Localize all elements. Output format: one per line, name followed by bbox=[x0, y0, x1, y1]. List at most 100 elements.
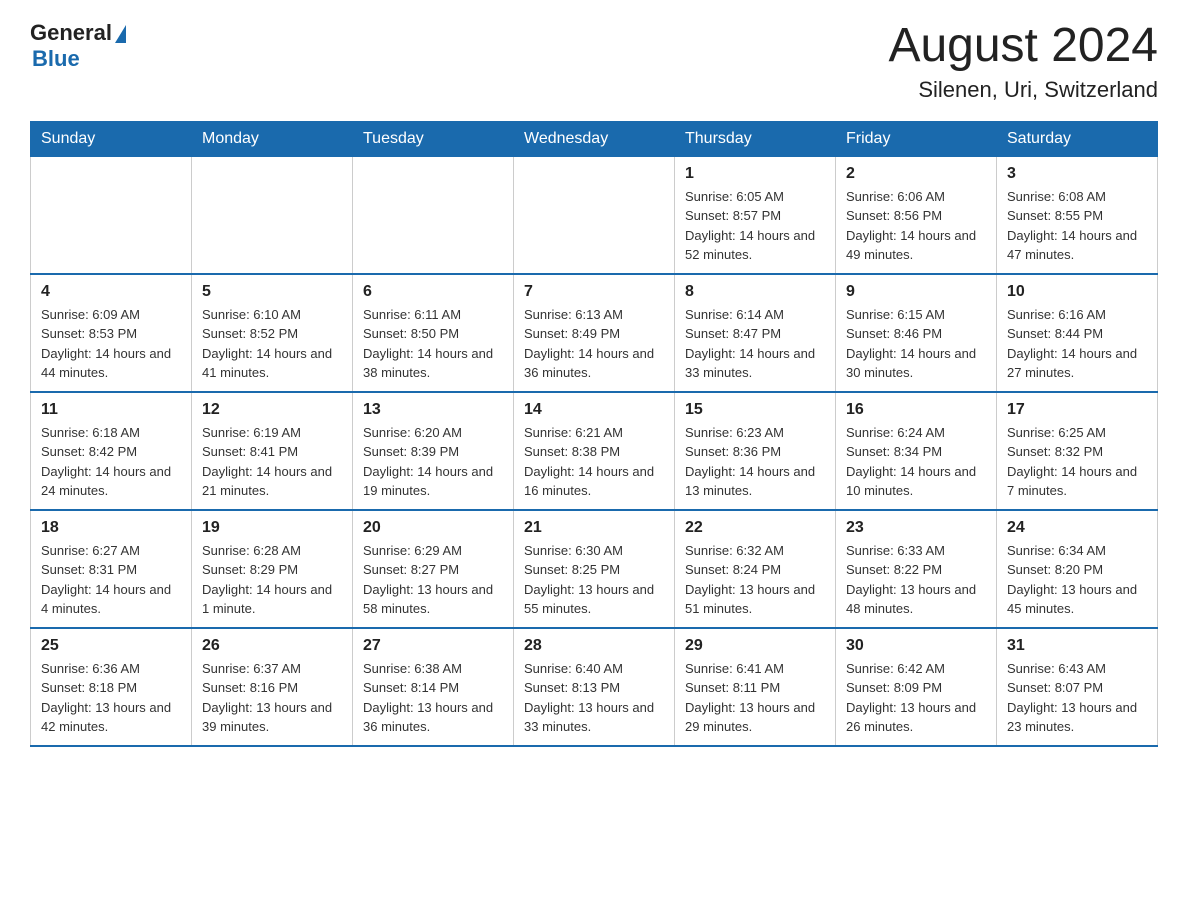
day-number: 24 bbox=[1007, 519, 1147, 537]
day-info: Sunrise: 6:14 AM Sunset: 8:47 PM Dayligh… bbox=[685, 305, 825, 383]
calendar-cell: 10 Sunrise: 6:16 AM Sunset: 8:44 PM Dayli… bbox=[997, 274, 1158, 392]
day-info: Sunrise: 6:42 AM Sunset: 8:09 PM Dayligh… bbox=[846, 659, 986, 737]
calendar-cell: 15 Sunrise: 6:23 AM Sunset: 8:36 PM Dayli… bbox=[675, 392, 836, 510]
day-info: Sunrise: 6:20 AM Sunset: 8:39 PM Dayligh… bbox=[363, 423, 503, 501]
calendar-cell: 11Sunrise: 6:18 AM Sunset: 8:42 PM Dayli… bbox=[31, 392, 192, 510]
day-info: Sunrise: 6:08 AM Sunset: 8:55 PM Dayligh… bbox=[1007, 187, 1147, 265]
day-number: 1 bbox=[685, 165, 825, 183]
day-number: 16 bbox=[846, 401, 986, 419]
calendar-header-tuesday: Tuesday bbox=[353, 121, 514, 156]
day-number: 4 bbox=[41, 283, 181, 301]
day-number: 31 bbox=[1007, 637, 1147, 655]
day-info: Sunrise: 6:11 AM Sunset: 8:50 PM Dayligh… bbox=[363, 305, 503, 383]
day-info: Sunrise: 6:34 AM Sunset: 8:20 PM Dayligh… bbox=[1007, 541, 1147, 619]
calendar-header-sunday: Sunday bbox=[31, 121, 192, 156]
calendar-cell: 12 Sunrise: 6:19 AM Sunset: 8:41 PM Dayli… bbox=[192, 392, 353, 510]
day-info: Sunrise: 6:27 AM Sunset: 8:31 PM Dayligh… bbox=[41, 541, 181, 619]
day-info: Sunrise: 6:40 AM Sunset: 8:13 PM Dayligh… bbox=[524, 659, 664, 737]
day-info: Sunrise: 6:41 AM Sunset: 8:11 PM Dayligh… bbox=[685, 659, 825, 737]
calendar-cell: 8 Sunrise: 6:14 AM Sunset: 8:47 PM Daylig… bbox=[675, 274, 836, 392]
day-number: 5 bbox=[202, 283, 342, 301]
calendar-cell: 19 Sunrise: 6:28 AM Sunset: 8:29 PM Dayli… bbox=[192, 510, 353, 628]
calendar-cell: 26 Sunrise: 6:37 AM Sunset: 8:16 PM Dayli… bbox=[192, 628, 353, 746]
day-number: 8 bbox=[685, 283, 825, 301]
calendar-week-row: 1 Sunrise: 6:05 AM Sunset: 8:57 PM Daylig… bbox=[31, 156, 1158, 274]
calendar-week-row: 11Sunrise: 6:18 AM Sunset: 8:42 PM Dayli… bbox=[31, 392, 1158, 510]
day-info: Sunrise: 6:10 AM Sunset: 8:52 PM Dayligh… bbox=[202, 305, 342, 383]
calendar-cell: 5 Sunrise: 6:10 AM Sunset: 8:52 PM Daylig… bbox=[192, 274, 353, 392]
calendar-header-saturday: Saturday bbox=[997, 121, 1158, 156]
day-number: 17 bbox=[1007, 401, 1147, 419]
calendar-cell: 6 Sunrise: 6:11 AM Sunset: 8:50 PM Daylig… bbox=[353, 274, 514, 392]
day-number: 27 bbox=[363, 637, 503, 655]
calendar-cell: 25 Sunrise: 6:36 AM Sunset: 8:18 PM Dayli… bbox=[31, 628, 192, 746]
calendar-cell: 17 Sunrise: 6:25 AM Sunset: 8:32 PM Dayli… bbox=[997, 392, 1158, 510]
calendar-cell bbox=[353, 156, 514, 274]
day-number: 19 bbox=[202, 519, 342, 537]
day-number: 12 bbox=[202, 401, 342, 419]
calendar-cell: 1 Sunrise: 6:05 AM Sunset: 8:57 PM Daylig… bbox=[675, 156, 836, 274]
day-number: 18 bbox=[41, 519, 181, 537]
day-info: Sunrise: 6:33 AM Sunset: 8:22 PM Dayligh… bbox=[846, 541, 986, 619]
day-number: 13 bbox=[363, 401, 503, 419]
calendar-week-row: 25 Sunrise: 6:36 AM Sunset: 8:18 PM Dayli… bbox=[31, 628, 1158, 746]
day-number: 20 bbox=[363, 519, 503, 537]
calendar-cell: 30 Sunrise: 6:42 AM Sunset: 8:09 PM Dayli… bbox=[836, 628, 997, 746]
day-number: 28 bbox=[524, 637, 664, 655]
header: General Blue August 2024 Silenen, Uri, S… bbox=[30, 20, 1158, 103]
calendar-cell: 24 Sunrise: 6:34 AM Sunset: 8:20 PM Dayli… bbox=[997, 510, 1158, 628]
day-number: 30 bbox=[846, 637, 986, 655]
day-info: Sunrise: 6:05 AM Sunset: 8:57 PM Dayligh… bbox=[685, 187, 825, 265]
calendar-table: SundayMondayTuesdayWednesdayThursdayFrid… bbox=[30, 121, 1158, 747]
calendar-cell bbox=[192, 156, 353, 274]
calendar-week-row: 4 Sunrise: 6:09 AM Sunset: 8:53 PM Daylig… bbox=[31, 274, 1158, 392]
day-info: Sunrise: 6:36 AM Sunset: 8:18 PM Dayligh… bbox=[41, 659, 181, 737]
location-title: Silenen, Uri, Switzerland bbox=[888, 77, 1158, 103]
logo-blue-text: Blue bbox=[32, 46, 80, 72]
day-info: Sunrise: 6:28 AM Sunset: 8:29 PM Dayligh… bbox=[202, 541, 342, 619]
day-info: Sunrise: 6:18 AM Sunset: 8:42 PM Dayligh… bbox=[41, 423, 181, 501]
day-number: 14 bbox=[524, 401, 664, 419]
day-number: 29 bbox=[685, 637, 825, 655]
day-info: Sunrise: 6:23 AM Sunset: 8:36 PM Dayligh… bbox=[685, 423, 825, 501]
day-info: Sunrise: 6:37 AM Sunset: 8:16 PM Dayligh… bbox=[202, 659, 342, 737]
day-info: Sunrise: 6:25 AM Sunset: 8:32 PM Dayligh… bbox=[1007, 423, 1147, 501]
day-number: 6 bbox=[363, 283, 503, 301]
day-number: 3 bbox=[1007, 165, 1147, 183]
calendar-week-row: 18 Sunrise: 6:27 AM Sunset: 8:31 PM Dayli… bbox=[31, 510, 1158, 628]
day-info: Sunrise: 6:19 AM Sunset: 8:41 PM Dayligh… bbox=[202, 423, 342, 501]
day-info: Sunrise: 6:13 AM Sunset: 8:49 PM Dayligh… bbox=[524, 305, 664, 383]
day-info: Sunrise: 6:30 AM Sunset: 8:25 PM Dayligh… bbox=[524, 541, 664, 619]
calendar-cell: 22Sunrise: 6:32 AM Sunset: 8:24 PM Dayli… bbox=[675, 510, 836, 628]
day-info: Sunrise: 6:09 AM Sunset: 8:53 PM Dayligh… bbox=[41, 305, 181, 383]
calendar-cell: 14 Sunrise: 6:21 AM Sunset: 8:38 PM Dayli… bbox=[514, 392, 675, 510]
calendar-header-friday: Friday bbox=[836, 121, 997, 156]
calendar-header-row: SundayMondayTuesdayWednesdayThursdayFrid… bbox=[31, 121, 1158, 156]
day-info: Sunrise: 6:06 AM Sunset: 8:56 PM Dayligh… bbox=[846, 187, 986, 265]
day-info: Sunrise: 6:24 AM Sunset: 8:34 PM Dayligh… bbox=[846, 423, 986, 501]
day-info: Sunrise: 6:38 AM Sunset: 8:14 PM Dayligh… bbox=[363, 659, 503, 737]
day-info: Sunrise: 6:29 AM Sunset: 8:27 PM Dayligh… bbox=[363, 541, 503, 619]
calendar-cell: 28 Sunrise: 6:40 AM Sunset: 8:13 PM Dayli… bbox=[514, 628, 675, 746]
calendar-cell: 3 Sunrise: 6:08 AM Sunset: 8:55 PM Daylig… bbox=[997, 156, 1158, 274]
day-number: 2 bbox=[846, 165, 986, 183]
calendar-cell: 20 Sunrise: 6:29 AM Sunset: 8:27 PM Dayli… bbox=[353, 510, 514, 628]
day-number: 25 bbox=[41, 637, 181, 655]
calendar-header-monday: Monday bbox=[192, 121, 353, 156]
calendar-cell: 23Sunrise: 6:33 AM Sunset: 8:22 PM Dayli… bbox=[836, 510, 997, 628]
day-number: 21 bbox=[524, 519, 664, 537]
day-number: 10 bbox=[1007, 283, 1147, 301]
logo-general-text: General bbox=[30, 20, 112, 46]
calendar-cell: 31Sunrise: 6:43 AM Sunset: 8:07 PM Dayli… bbox=[997, 628, 1158, 746]
day-info: Sunrise: 6:16 AM Sunset: 8:44 PM Dayligh… bbox=[1007, 305, 1147, 383]
calendar-cell: 21 Sunrise: 6:30 AM Sunset: 8:25 PM Dayli… bbox=[514, 510, 675, 628]
calendar-cell: 16 Sunrise: 6:24 AM Sunset: 8:34 PM Dayli… bbox=[836, 392, 997, 510]
title-area: August 2024 Silenen, Uri, Switzerland bbox=[888, 20, 1158, 103]
calendar-cell bbox=[31, 156, 192, 274]
calendar-header-wednesday: Wednesday bbox=[514, 121, 675, 156]
day-number: 15 bbox=[685, 401, 825, 419]
day-info: Sunrise: 6:15 AM Sunset: 8:46 PM Dayligh… bbox=[846, 305, 986, 383]
day-info: Sunrise: 6:21 AM Sunset: 8:38 PM Dayligh… bbox=[524, 423, 664, 501]
day-number: 26 bbox=[202, 637, 342, 655]
calendar-cell: 7Sunrise: 6:13 AM Sunset: 8:49 PM Daylig… bbox=[514, 274, 675, 392]
